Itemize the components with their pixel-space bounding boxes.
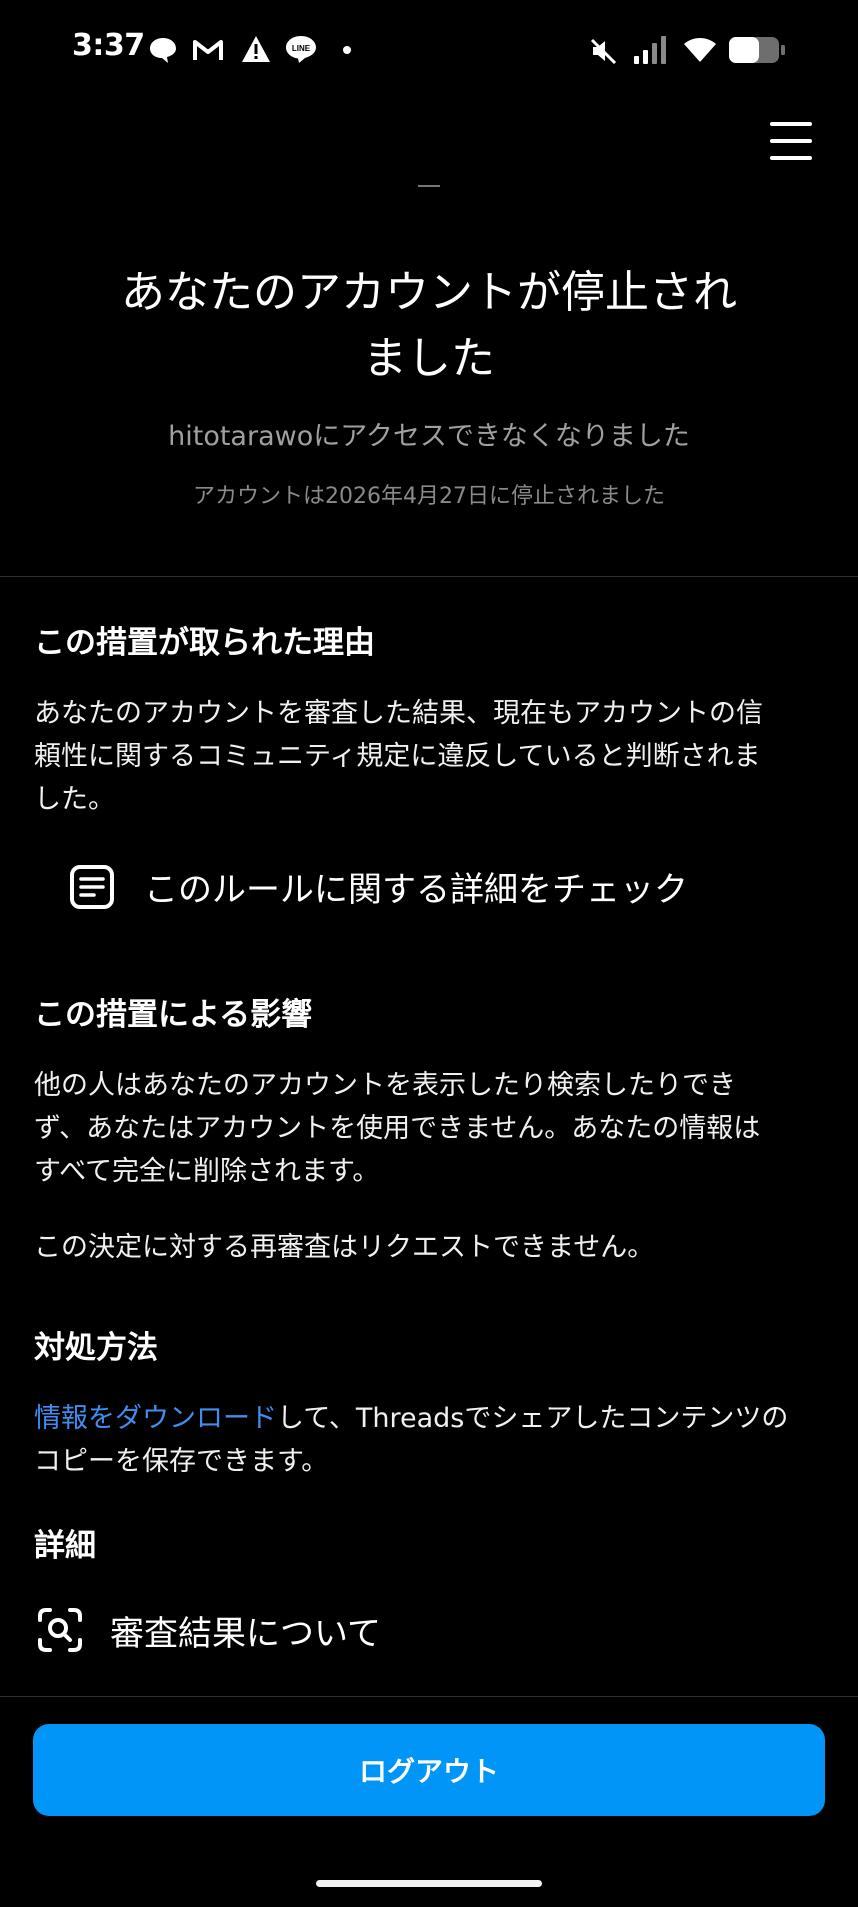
- rule-details-label: このルールに関する詳細をチェック: [144, 870, 688, 910]
- search-inspect-icon: [38, 1608, 82, 1652]
- warning-icon: [242, 36, 270, 62]
- menu-button[interactable]: [766, 118, 816, 164]
- action-section-title: 対処方法: [34, 1330, 158, 1366]
- line-app-icon: LINE: [286, 36, 316, 63]
- svg-text:LINE: LINE: [292, 44, 311, 53]
- page-title-line-2: ました: [363, 333, 495, 384]
- action-body-line-2: コピーを保存できます。: [34, 1446, 329, 1477]
- impact-body-line-1: 他の人はあなたのアカウントを表示したり検索したりでき: [34, 1070, 736, 1101]
- download-info-link[interactable]: 情報をダウンロード: [34, 1403, 277, 1434]
- wifi-icon: [684, 38, 716, 62]
- page-title-line-1: あなたのアカウントが停止され: [121, 267, 737, 318]
- menu-bar-middle: [770, 139, 812, 143]
- impact-section-title: この措置による影響: [34, 997, 313, 1033]
- details-section-title: 詳細: [34, 1528, 96, 1564]
- logout-button[interactable]: ログアウト: [33, 1724, 825, 1816]
- document-icon: [70, 865, 114, 909]
- chat-bubble-icon: [150, 38, 176, 63]
- reason-body-line-1: あなたのアカウントを審査した結果、現在もアカウントの信: [34, 698, 763, 729]
- no-review-notice: この決定に対する再審査はリクエストできません。: [34, 1232, 655, 1263]
- header-divider: [0, 576, 858, 577]
- gmail-icon: [193, 40, 223, 60]
- impact-body-line-3: すべて完全に削除されます。: [34, 1156, 380, 1187]
- review-result-label: 審査結果について: [110, 1614, 381, 1654]
- menu-bar-bottom: [770, 156, 812, 160]
- suspension-date: アカウントは2026年4月27日に停止されました: [193, 484, 665, 509]
- page-subtitle: hitotarawoにアクセスできなくなりました: [168, 421, 690, 452]
- battery-icon: [729, 37, 785, 63]
- status-time: 3:37: [72, 28, 145, 63]
- home-indicator[interactable]: [316, 1880, 542, 1887]
- reason-body-line-2: 頼性に関するコミュニティ規定に違反していると判断されま: [34, 741, 761, 772]
- action-body-line-1: 情報をダウンロードして、Threadsでシェアしたコンテンツの: [34, 1397, 824, 1440]
- menu-bar-top: [770, 122, 812, 126]
- mute-icon: [590, 38, 617, 65]
- action-body-rest: して、Threadsでシェアしたコンテンツの: [277, 1403, 789, 1434]
- signal-icon: [634, 36, 666, 64]
- footer-divider: [0, 1696, 858, 1697]
- impact-body: 他の人はあなたのアカウントを表示したり検索したりでき ず、あなたはアカウントを使…: [34, 1064, 824, 1193]
- decorative-dash: [418, 185, 440, 187]
- reason-body: あなたのアカウントを審査した結果、現在もアカウントの信 頼性に関するコミュニティ…: [34, 692, 824, 821]
- reason-body-line-3: した。: [34, 784, 115, 815]
- reason-section-title: この措置が取られた理由: [34, 625, 375, 661]
- action-body: 情報をダウンロードして、Threadsでシェアしたコンテンツの コピーを保存でき…: [34, 1397, 824, 1483]
- page-title: あなたのアカウントが停止され ました: [60, 260, 798, 392]
- impact-body-line-2: ず、あなたはアカウントを使用できません。あなたの情報は: [34, 1113, 761, 1144]
- status-bar: 3:37 LINE: [0, 0, 858, 100]
- review-result-link[interactable]: 審査結果について: [34, 1602, 434, 1658]
- rule-details-link[interactable]: このルールに関する詳細をチェック: [66, 858, 706, 914]
- dot-icon: [343, 46, 351, 54]
